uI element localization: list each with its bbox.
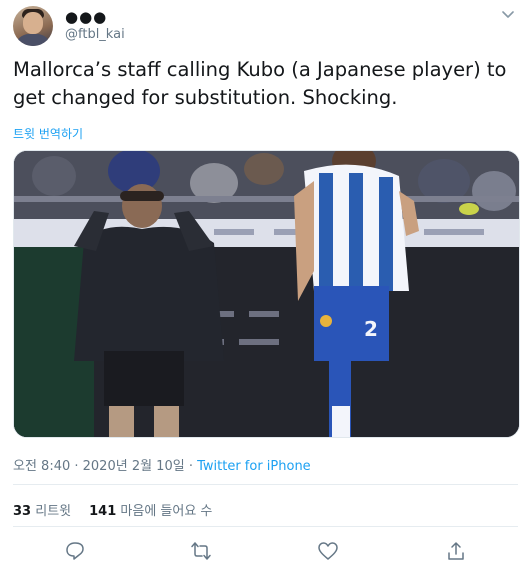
translate-tweet-link[interactable]: 트윗 번역하기 bbox=[13, 125, 83, 142]
divider bbox=[13, 484, 518, 485]
timestamp[interactable]: 오전 8:40 · 2020년 2월 10일 · bbox=[13, 459, 197, 474]
tweet-text: Mallorca’s staff calling Kubo (a Japanes… bbox=[13, 58, 507, 109]
action-bar bbox=[13, 540, 518, 562]
heart-icon[interactable] bbox=[317, 540, 339, 562]
tweet-header: ●●● @ftbl_kai bbox=[13, 6, 518, 46]
divider bbox=[13, 526, 518, 527]
retweet-icon[interactable] bbox=[190, 540, 212, 562]
source-link[interactable]: Twitter for iPhone bbox=[197, 459, 311, 474]
avatar[interactable] bbox=[13, 6, 53, 46]
retweets-count: 33 bbox=[13, 504, 32, 519]
username[interactable]: @ftbl_kai bbox=[65, 27, 125, 42]
engagement-stats: 33 리트윗 141 마음에 들어요 수 bbox=[13, 500, 212, 519]
chevron-down-icon[interactable] bbox=[500, 6, 516, 22]
tweet-metadata: 오전 8:40 · 2020년 2월 10일 · Twitter for iPh… bbox=[13, 455, 311, 474]
retweets-stat[interactable]: 33 리트윗 bbox=[13, 504, 71, 519]
tweet-video-thumbnail[interactable]: 2 bbox=[13, 150, 520, 438]
reply-icon[interactable] bbox=[64, 540, 86, 562]
likes-count: 141 bbox=[89, 504, 117, 519]
svg-text:2: 2 bbox=[364, 317, 378, 341]
share-icon[interactable] bbox=[445, 540, 467, 562]
likes-label: 마음에 들어요 수 bbox=[120, 504, 213, 519]
display-name[interactable]: ●●● bbox=[65, 8, 107, 26]
likes-stat[interactable]: 141 마음에 들어요 수 bbox=[89, 504, 212, 519]
retweets-label: 리트윗 bbox=[35, 504, 72, 519]
